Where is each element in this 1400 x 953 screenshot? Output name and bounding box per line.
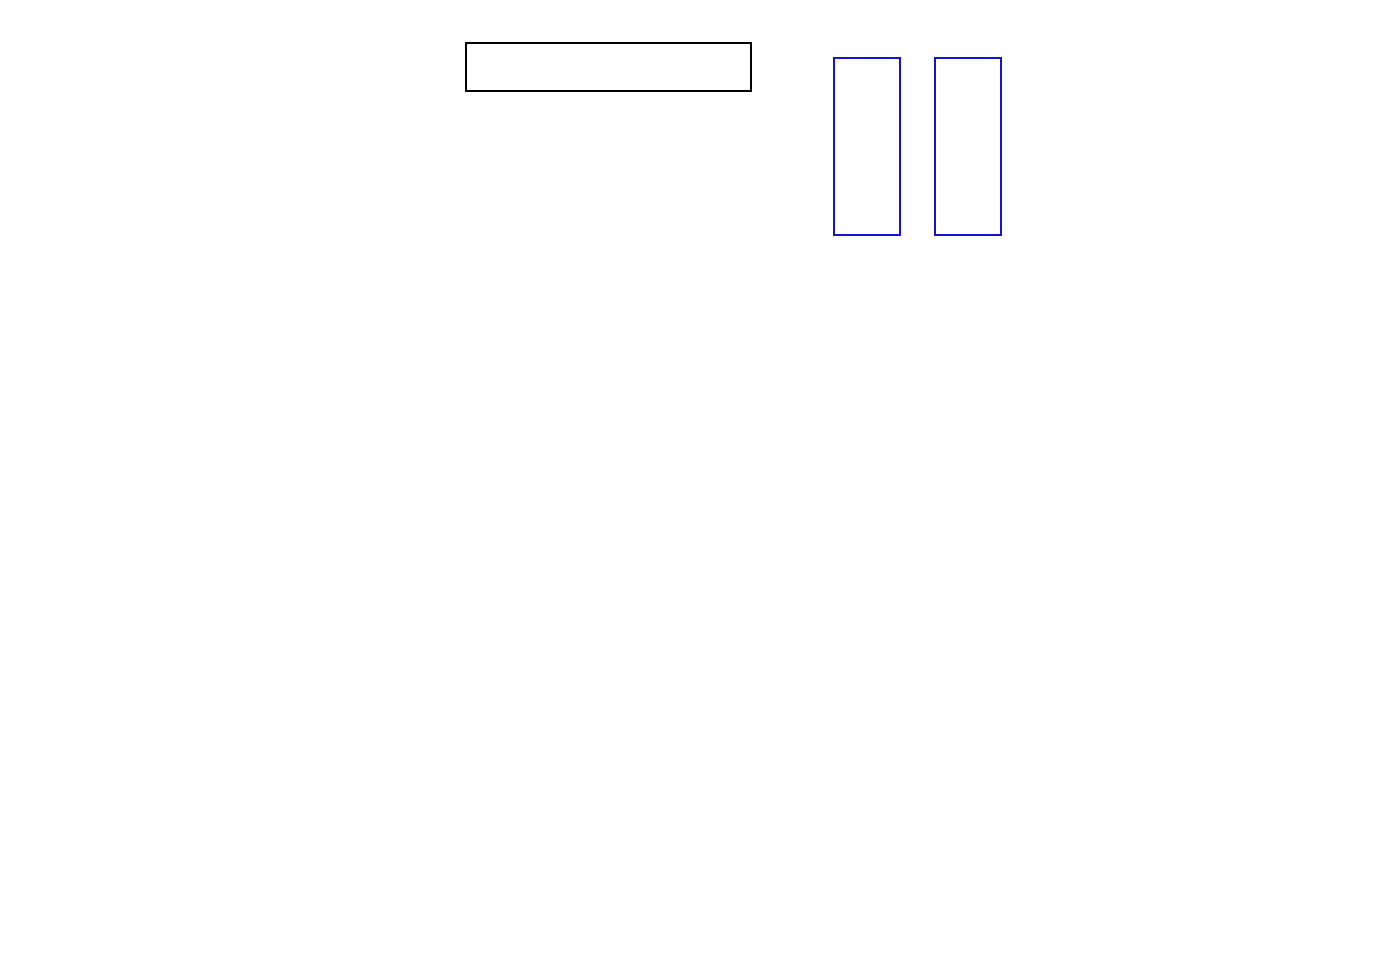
full-spectrum-chart <box>0 268 1400 453</box>
cleanimage-image <box>934 57 1002 236</box>
line-fit-inset-chart <box>1025 50 1310 240</box>
weighted-sum-row <box>465 42 752 92</box>
elixer-report-page <box>0 0 1400 953</box>
withsky-image <box>833 57 901 236</box>
